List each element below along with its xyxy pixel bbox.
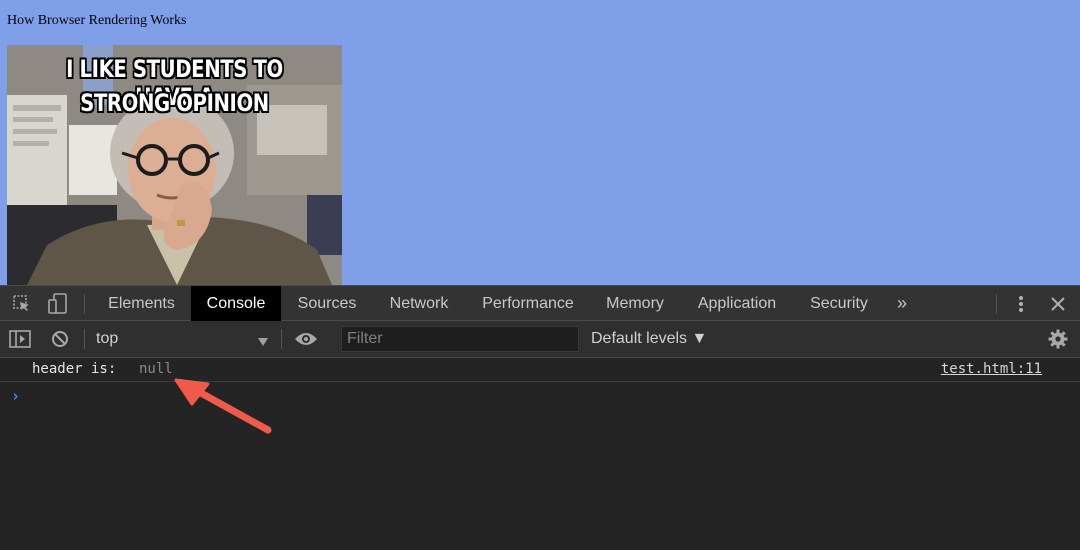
tab-application[interactable]: Application [681,286,793,321]
tab-performance[interactable]: Performance [467,286,589,321]
console-log-entry: header is: null test.html:11 [0,358,1080,382]
log-source-link[interactable]: test.html:11 [941,361,1042,377]
log-levels-dropdown[interactable]: Default levels ▼ [591,321,707,357]
devtools-panel: Elements Console Sources Network Perform… [0,285,1080,550]
toolbar-separator-2 [281,329,282,349]
annotation-arrow [174,378,272,434]
page-viewport: How Browser Rendering Works I LIKE STUDE… [0,0,1080,285]
clear-console-icon[interactable] [48,328,72,350]
log-message-label: header is: [32,361,117,377]
kebab-menu-icon[interactable] [1010,292,1032,316]
execution-context-select[interactable]: top [96,321,118,357]
sidebar-toggle-icon[interactable] [8,328,32,350]
chevron-down-icon[interactable] [257,334,269,352]
tab-security[interactable]: Security [795,286,883,321]
eye-icon[interactable] [293,328,319,350]
tab-network[interactable]: Network [373,286,465,321]
devtools-tab-bar: Elements Console Sources Network Perform… [0,285,1080,321]
tab-memory[interactable]: Memory [591,286,679,321]
meme-caption-bottom: STRONG OPINION [80,89,269,117]
console-prompt[interactable]: › [11,387,20,405]
meme-image: I LIKE STUDENTS TO HAVE A STRONG OPINION [7,45,342,285]
tab-separator [84,294,85,314]
page-heading: How Browser Rendering Works [7,13,187,28]
log-message-value[interactable]: null [139,361,173,377]
inspect-element-icon[interactable] [10,292,34,316]
close-icon[interactable] [1046,292,1070,316]
tab-elements[interactable]: Elements [94,286,189,321]
gear-icon[interactable] [1046,327,1070,351]
tab-sources[interactable]: Sources [283,286,371,321]
console-toolbar: top Filter Default levels ▼ [0,321,1080,358]
toolbar-separator [84,329,85,349]
tab-console[interactable]: Console [191,286,281,321]
tab-separator-right [996,294,997,314]
console-filter-input[interactable]: Filter [341,326,579,352]
more-tabs-button[interactable]: » [887,286,917,321]
console-output: header is: null test.html:11 › [0,358,1080,550]
device-toolbar-icon[interactable] [46,292,70,316]
